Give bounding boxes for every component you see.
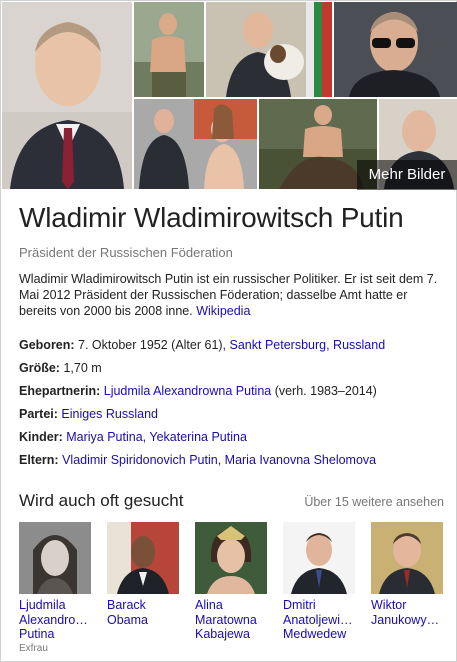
fact-label: Eltern: xyxy=(19,453,59,467)
name-line: Obama xyxy=(107,612,148,627)
fact-label: Ehepartnerin: xyxy=(19,384,101,398)
fact-parents: Eltern: Vladimir Spiridonovich Putin, Ma… xyxy=(19,449,449,472)
name-line: Maratowna xyxy=(195,612,257,627)
facts-list: Geboren: 7. Oktober 1952 (Alter 61), San… xyxy=(19,334,449,472)
name-line: Anatoljewi… xyxy=(283,612,353,627)
person-thumbnail[interactable] xyxy=(195,522,267,594)
children-link[interactable]: Mariya Putina, Yekaterina Putina xyxy=(66,430,247,444)
entity-title: Wladimir Wladimirowitsch Putin xyxy=(19,202,404,233)
portrait-photo xyxy=(2,2,132,189)
name-line: Dmitri xyxy=(283,598,316,612)
spouse-link[interactable]: Ljudmila Alexandrowna Putina xyxy=(104,384,271,398)
name-line: Medwedew xyxy=(283,627,347,641)
fact-children: Kinder: Mariya Putina, Yekaterina Putina xyxy=(19,426,449,449)
image-tile-portrait[interactable] xyxy=(2,2,132,189)
person-thumbnail[interactable] xyxy=(371,522,443,594)
name-line: Ljudmila xyxy=(19,598,66,612)
fact-label: Partei: xyxy=(19,407,58,421)
fact-born: Geboren: 7. Oktober 1952 (Alter 61), San… xyxy=(19,334,449,357)
person-card[interactable]: Ljudmila Alexandro… Putina Exfrau xyxy=(19,522,93,654)
entity-description: Wladimir Wladimirowitsch Putin ist ein r… xyxy=(19,271,439,319)
person-name[interactable]: Dmitri Anatoljewi… Medwedew xyxy=(283,598,357,642)
person-thumbnail[interactable] xyxy=(283,522,355,594)
person-photo xyxy=(107,522,179,594)
fact-value: (verh. 1983–2014) xyxy=(271,384,377,398)
name-line: Kabajewa xyxy=(195,627,250,641)
fact-height: Größe: 1,70 m xyxy=(19,357,449,380)
people-also-header: Wird auch oft gesucht Über 15 weitere an… xyxy=(19,491,444,515)
parents-link[interactable]: Vladimir Spiridonovich Putin, Maria Ivan… xyxy=(62,453,376,467)
fact-label: Größe: xyxy=(19,361,60,375)
person-thumbnail[interactable] xyxy=(107,522,179,594)
person-card[interactable]: Dmitri Anatoljewi… Medwedew xyxy=(283,522,357,643)
person-photo xyxy=(371,522,443,594)
people-also-list: Ljudmila Alexandro… Putina Exfrau Barack Ob… xyxy=(19,522,449,657)
fact-value: 7. Oktober 1952 (Alter 61), xyxy=(74,338,230,352)
name-line: Barack xyxy=(107,598,146,612)
name-line: Wiktor xyxy=(371,598,407,612)
name-line: Alina xyxy=(195,598,223,612)
sunglasses-photo xyxy=(334,2,457,97)
birthplace-link[interactable]: Sankt Petersburg, Russland xyxy=(230,338,386,352)
person-name[interactable]: Alina Maratowna Kabajewa xyxy=(195,598,269,642)
person-photo xyxy=(19,522,91,594)
fact-party: Partei: Einiges Russland xyxy=(19,403,449,426)
person-card[interactable]: Wiktor Janukowy… xyxy=(371,522,445,628)
person-photo xyxy=(195,522,267,594)
fact-spouse: Ehepartnerin: Ljudmila Alexandrowna Puti… xyxy=(19,380,449,403)
with-protester-photo xyxy=(134,99,257,189)
image-tile-sunglasses[interactable] xyxy=(334,2,457,97)
person-thumbnail[interactable] xyxy=(19,522,91,594)
image-tile-shirtless-fishing[interactable] xyxy=(134,2,204,97)
person-name[interactable]: Ljudmila Alexandro… Putina xyxy=(19,598,93,642)
name-line: Alexandro… xyxy=(19,612,88,627)
image-tile-with-dog[interactable] xyxy=(206,2,332,97)
person-name[interactable]: Barack Obama xyxy=(107,598,181,627)
name-line: Janukowy… xyxy=(371,612,440,627)
knowledge-panel: Mehr Bilder Wladimir Wladimirowitsch Put… xyxy=(0,0,457,662)
with-dog-photo xyxy=(206,2,332,97)
person-role: Exfrau xyxy=(19,642,48,654)
more-images-button[interactable]: Mehr Bilder xyxy=(357,160,457,190)
name-line: Putina xyxy=(19,627,55,641)
party-link[interactable]: Einiges Russland xyxy=(61,407,158,421)
person-photo xyxy=(283,522,355,594)
shirtless-fishing-photo xyxy=(134,2,204,97)
entity-subtitle: Präsident der Russischen Föderation xyxy=(19,245,233,260)
person-name[interactable]: Wiktor Janukowy… xyxy=(371,598,445,627)
fact-label: Kinder: xyxy=(19,430,63,444)
fact-value: 1,70 m xyxy=(59,361,102,375)
image-tile-with-protester[interactable] xyxy=(134,99,257,189)
image-mosaic: Mehr Bilder xyxy=(2,2,457,190)
see-more-link[interactable]: Über 15 weitere ansehen xyxy=(304,495,444,509)
people-also-title: Wird auch oft gesucht xyxy=(19,491,184,510)
fact-label: Geboren: xyxy=(19,338,75,352)
person-card[interactable]: Barack Obama xyxy=(107,522,181,628)
wikipedia-link[interactable]: Wikipedia xyxy=(196,304,250,318)
person-card[interactable]: Alina Maratowna Kabajewa xyxy=(195,522,269,643)
